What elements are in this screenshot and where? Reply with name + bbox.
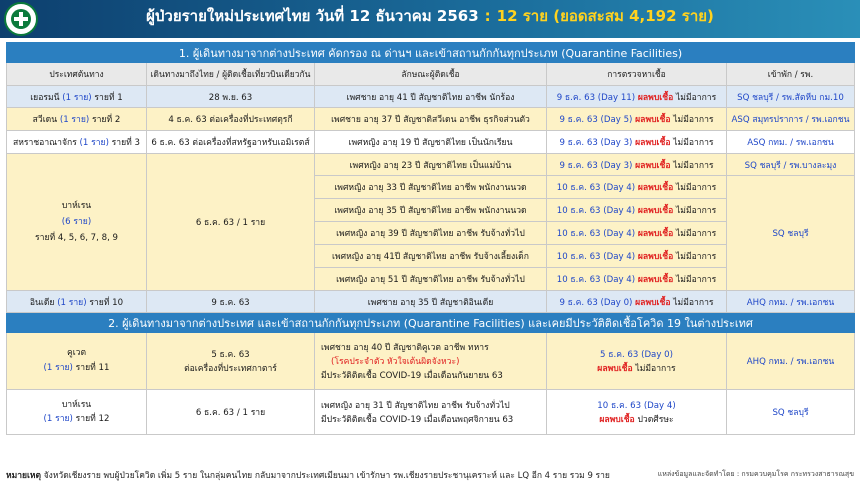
table-row: บาห์เรน (6 ราย) รายที่ 4, 5, 6, 7, 8, 9 … <box>6 153 855 291</box>
patient-cell: เพศชาย อายุ 40 ปี สัญชาติคูเวต อาชีพ ทหา… <box>314 332 547 390</box>
note-label: หมายเหตุ <box>6 471 41 481</box>
patient-cell: เพศหญิง อายุ 33 ปี สัญชาติไทย อาชีพ พนัก… <box>314 175 547 199</box>
patient-cell: เพศหญิง อายุ 23 ปี สัญชาติไทย เป็นแม่บ้า… <box>314 153 547 176</box>
col-patient: ลักษณะผู้ติดเชื้อ <box>314 62 547 86</box>
facility-cell: SQ ชลบุรี <box>726 389 855 435</box>
origin-cell: บาห์เรน (1 ราย) รายที่ 12 <box>6 389 147 435</box>
facility-cell: SQ ชลบุรี / รพ.บางละมุง <box>726 153 855 176</box>
section-1-title: 1. ผู้เดินทางมาจากต่างประเทศ คัดกรอง ณ ด… <box>6 42 855 63</box>
col-arrival: เดินทางมาถึงไทย / ผู้ติดเชื้อเที่ยวบินเด… <box>146 62 315 86</box>
title-separator: : <box>484 7 491 25</box>
header-banner: ผู้ป่วยรายใหม่ประเทศไทย วันที่ 12 ธันวาค… <box>0 0 860 38</box>
note-text: จังหวัดเชียงราย พบผู้ป่วยโควิด เพิ่ม 5 ร… <box>43 471 610 481</box>
test-cell: 10 ธ.ค. 63 (Day 4) ผลพบเชื้อ ไม่มีอาการ <box>546 244 727 268</box>
facility-cell: ASQ สมุทรปราการ / รพ.เอกชน <box>726 107 855 131</box>
test-cell: 5 ธ.ค. 63 (Day 0) ผลพบเชื้อ ไม่มีอาการ <box>546 332 727 390</box>
test-cell: 10 ธ.ค. 63 (Day 4) ผลพบเชื้อ ไม่มีอาการ <box>546 175 727 199</box>
page-title: ผู้ป่วยรายใหม่ประเทศไทย วันที่ 12 ธันวาค… <box>0 0 860 38</box>
origin-cell: บาห์เรน (6 ราย) รายที่ 4, 5, 6, 7, 8, 9 <box>6 153 147 291</box>
case-table: 1. ผู้เดินทางมาจากต่างประเทศ คัดกรอง ณ ด… <box>6 42 855 435</box>
origin-cell: คูเวต (1 ราย) รายที่ 11 <box>6 332 147 390</box>
test-cell: 10 ธ.ค. 63 (Day 4) ผลพบเชื้อ ไม่มีอาการ <box>546 267 727 291</box>
arrival-cell: 4 ธ.ค. 63 ต่อเครื่องที่ประเทศตุรกี <box>146 107 315 131</box>
col-test: การตรวจหาเชื้อ <box>546 62 727 86</box>
test-cell: 9 ธ.ค. 63 (Day 0) ผลพบเชื้อ ไม่มีอาการ <box>546 290 727 313</box>
arrival-cell: 6 ธ.ค. 63 / 1 ราย <box>146 153 315 291</box>
footer-note: หมายเหตุ จังหวัดเชียงราย พบผู้ป่วยโควิด … <box>6 468 610 482</box>
footer: หมายเหตุ จังหวัดเชียงราย พบผู้ป่วยโควิด … <box>6 468 854 482</box>
test-cell: 10 ธ.ค. 63 (Day 4) ผลพบเชื้อ ไม่มีอาการ <box>546 198 727 222</box>
patient-cell: เพศหญิง อายุ 35 ปี สัญชาติไทย อาชีพ พนัก… <box>314 198 547 222</box>
origin-cell: สวีเดน (1 ราย) รายที่ 2 <box>6 107 147 131</box>
table-row: คูเวต (1 ราย) รายที่ 11 5 ธ.ค. 63 ต่อเคร… <box>6 332 855 390</box>
patient-cell: เพศชาย อายุ 41 ปี สัญชาติไทย อาชีพ นักร้… <box>314 85 547 108</box>
test-cell: 9 ธ.ค. 63 (Day 3) ผลพบเชื้อ ไม่มีอาการ <box>546 153 727 176</box>
patient-cell: เพศหญิง อายุ 39 ปี สัญชาติไทย อาชีพ รับจ… <box>314 221 547 245</box>
origin-cell: เยอรมนี (1 ราย) รายที่ 1 <box>6 85 147 108</box>
arrival-cell: 6 ธ.ค. 63 / 1 ราย <box>146 389 315 435</box>
facility-cell: SQ ชลบุรี / รพ.สัตหีบ กม.10 <box>726 85 855 108</box>
section-2-title: 2. ผู้เดินทางมาจากต่างประเทศ และเข้าสถาน… <box>6 312 855 333</box>
test-cell: 10 ธ.ค. 63 (Day 4) ผลพบเชื้อ ปวดศีรษะ <box>546 389 727 435</box>
arrival-cell: 5 ธ.ค. 63 ต่อเครื่องที่ประเทศกาตาร์ <box>146 332 315 390</box>
table-row: เยอรมนี (1 ราย) รายที่ 1 28 พ.ย. 63 เพศช… <box>6 85 855 108</box>
test-cell: 9 ธ.ค. 63 (Day 3) ผลพบเชื้อ ไม่มีอาการ <box>546 130 727 154</box>
test-cell: 9 ธ.ค. 63 (Day 11) ผลพบเชื้อ ไม่มีอาการ <box>546 85 727 108</box>
table-row: สวีเดน (1 ราย) รายที่ 2 4 ธ.ค. 63 ต่อเคร… <box>6 107 855 131</box>
arrival-cell: 6 ธ.ค. 63 ต่อเครื่องที่สหรัฐอาหรับเอมิเร… <box>146 130 315 154</box>
test-cell: 9 ธ.ค. 63 (Day 5) ผลพบเชื้อ ไม่มีอาการ <box>546 107 727 131</box>
source-credit: แหล่งข้อมูลและจัดทำโดย : กรมควบคุมโรค กร… <box>657 470 854 478</box>
patient-cell: เพศหญิง อายุ 51 ปี สัญชาติไทย อาชีพ รับจ… <box>314 267 547 291</box>
origin-cell: อินเดีย (1 ราย) รายที่ 10 <box>6 290 147 313</box>
facility-cell: SQ ชลบุรี <box>726 175 855 291</box>
title-text: ผู้ป่วยรายใหม่ประเทศไทย วันที่ 12 ธันวาค… <box>146 7 479 25</box>
arrival-cell: 9 ธ.ค. 63 <box>146 290 315 313</box>
patient-cell: เพศชาย อายุ 37 ปี สัญชาติสวีเดน อาชีพ ธุ… <box>314 107 547 131</box>
patient-cell: เพศชาย อายุ 35 ปี สัญชาติอินเดีย <box>314 290 547 313</box>
case-count: 12 ราย (ยอดสะสม 4,192 ราย) <box>496 7 714 25</box>
table-row: สหราชอาณาจักร (1 ราย) รายที่ 3 6 ธ.ค. 63… <box>6 130 855 154</box>
facility-cell: AHQ กทม. / รพ.เอกชน <box>726 332 855 390</box>
table-row: อินเดีย (1 ราย) รายที่ 10 9 ธ.ค. 63 เพศช… <box>6 290 855 313</box>
origin-cell: สหราชอาณาจักร (1 ราย) รายที่ 3 <box>6 130 147 154</box>
patient-cell: เพศหญิง อายุ 41ปี สัญชาติไทย อาชีพ รับจ้… <box>314 244 547 268</box>
patient-cell: เพศหญิง อายุ 31 ปี สัญชาติไทย อาชีพ รับจ… <box>314 389 547 435</box>
table-row: บาห์เรน (1 ราย) รายที่ 12 6 ธ.ค. 63 / 1 … <box>6 389 855 435</box>
patient-cell: เพศหญิง อายุ 19 ปี สัญชาติไทย เป็นนักเรี… <box>314 130 547 154</box>
col-facility: เข้าพัก / รพ. <box>726 62 855 86</box>
facility-cell: ASQ กทม. / รพ.เอกชน <box>726 130 855 154</box>
facility-cell: AHQ กทม. / รพ.เอกชน <box>726 290 855 313</box>
col-origin: ประเทศต้นทาง <box>6 62 147 86</box>
arrival-cell: 28 พ.ย. 63 <box>146 85 315 108</box>
test-cell: 10 ธ.ค. 63 (Day 4) ผลพบเชื้อ ไม่มีอาการ <box>546 221 727 245</box>
